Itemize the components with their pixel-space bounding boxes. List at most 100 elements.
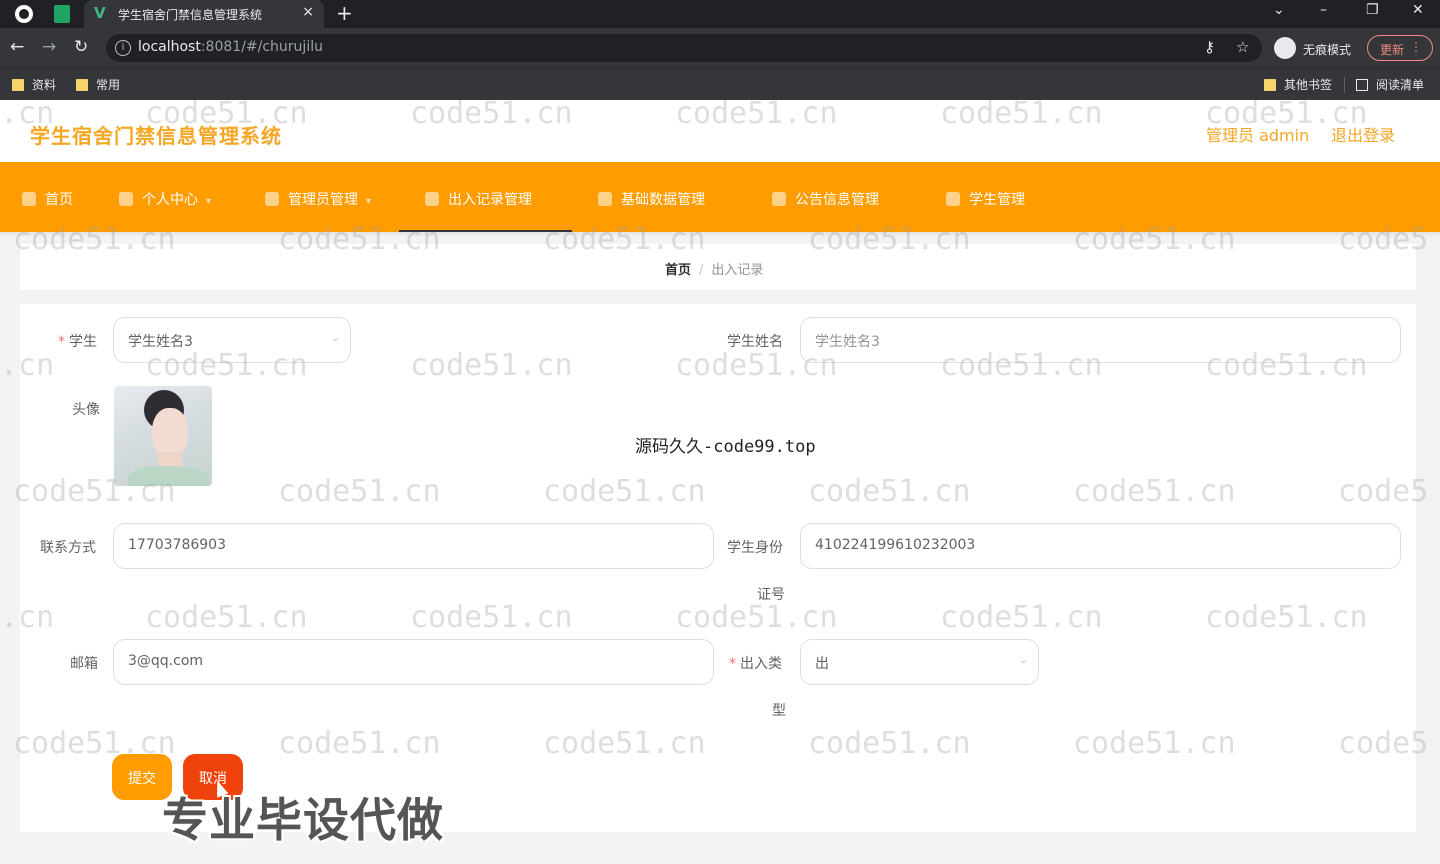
incognito-label: 无痕模式 [1303,43,1352,57]
required-mark: * [58,334,65,350]
back-icon[interactable]: ← [10,37,24,57]
student-select[interactable]: 学生姓名3 ⌄ [113,317,351,363]
site-info-icon[interactable]: i [115,40,131,56]
student-icon [946,192,960,206]
admin-icon [265,192,279,206]
idcard-field[interactable]: 410224199610232003 [800,523,1401,569]
type-label: * 出入类 [729,653,782,673]
student-name-field[interactable]: 学生姓名3 [800,317,1401,363]
menu-item-notices[interactable]: 公告信息管理 [772,162,879,232]
phone-label: 联系方式 [40,540,96,556]
logout-link[interactable]: 退出登录 [1331,122,1395,146]
breadcrumb-panel: 首页 / 出入记录 [20,244,1416,290]
breadcrumb-separator: / [699,263,704,278]
vue-logo-icon: V [94,4,106,22]
tab-title: 学生宿舍门禁信息管理系统 [118,8,263,22]
idcard-value: 410224199610232003 [815,537,976,553]
chevron-down-icon: ▾ [366,196,372,207]
breadcrumb-home[interactable]: 首页 [665,263,691,278]
chevron-down-icon: ⌄ [1018,653,1028,666]
address-bar[interactable]: i localhost:8081/#/churujilu ⚷ ☆ [106,34,1262,62]
student-label: * 学生 [58,331,97,351]
menu-item-label: 出入记录管理 [448,192,532,208]
forward-icon[interactable]: → [42,37,56,57]
bookmark-label: 其他书签 [1284,78,1333,92]
menu-item-label: 管理员管理 [288,192,358,208]
idcard-label-line2: 证号 [757,587,785,603]
email-value: 3@qq.com [128,653,204,669]
promo-watermark: 专业毕设代做 [162,793,444,847]
type-select[interactable]: 出 ⌄ [800,639,1039,685]
breadcrumb: 首页 / 出入记录 [665,259,763,278]
required-mark: * [729,656,736,672]
chevron-down-icon: ▾ [206,196,212,207]
phone-field[interactable]: 17703786903 [113,523,714,569]
reload-icon[interactable]: ↻ [74,37,88,57]
bookmark-item[interactable]: 常用 [76,76,120,93]
new-tab-icon[interactable]: + [336,1,353,25]
update-button[interactable]: 更新 ⋮ [1367,35,1433,61]
folder-icon [12,79,24,91]
record-icon [425,192,439,206]
tab-close-icon[interactable]: × [302,4,314,20]
menu-dots-icon[interactable]: ⋮ [1410,40,1422,54]
menu-item-label: 基础数据管理 [621,192,705,208]
browser-toolbar: ← → ↻ i localhost:8081/#/churujilu ⚷ ☆ 无… [0,28,1440,68]
avatar-label: 头像 [72,402,100,418]
browser-tab-bar: V 学生宿舍门禁信息管理系统 × + ⌄ – ❐ ✕ [0,0,1440,28]
admin-label: 管理员 admin [1206,126,1310,145]
student-name-value: 学生姓名3 [815,334,880,350]
menu-item-records[interactable]: 出入记录管理 [399,162,572,232]
menu-item-students[interactable]: 学生管理 [946,162,1025,232]
folder-icon [76,79,88,91]
notice-icon [772,192,786,206]
student-label-text: 学生 [69,334,97,350]
menu-item-label: 个人中心 [142,192,198,208]
data-icon [598,192,612,206]
menu-item-label: 学生管理 [969,192,1025,208]
bookmark-label: 资料 [32,78,57,92]
top-menu: 首页 个人中心 ▾ 管理员管理 ▾ 出入记录管理 基础数据管理 公告信息管理 学生管… [0,162,1440,232]
center-watermark: 源码久久-code99.top [635,437,816,457]
url-host: localhost [138,39,201,55]
chevron-down-icon: ⌄ [330,331,340,344]
breadcrumb-current: 出入记录 [711,263,764,278]
menu-item-home[interactable]: 首页 [22,162,73,232]
restore-icon[interactable]: ❐ [1366,2,1379,18]
home-icon [22,192,36,206]
avatar-image[interactable] [114,386,212,486]
bookmark-item[interactable]: 资料 [12,76,56,93]
browser-tab-active[interactable]: V 学生宿舍门禁信息管理系统 × [84,0,324,28]
minimize-icon[interactable]: – [1320,2,1327,18]
app-title: 学生宿舍门禁信息管理系统 [30,124,282,148]
tab-search-icon[interactable]: ⌄ [1273,2,1285,18]
email-label: 邮箱 [70,656,98,672]
star-icon[interactable]: ☆ [1236,38,1249,56]
bookmarks-bar: 资料 常用 其他书签 阅读清单 [0,68,1440,100]
reading-list[interactable]: 阅读清单 [1356,76,1424,93]
folder-icon [1264,79,1276,91]
menu-item-admins[interactable]: 管理员管理 ▾ [265,162,371,232]
menu-item-profile[interactable]: 个人中心 ▾ [119,162,211,232]
menu-item-basic-data[interactable]: 基础数据管理 [598,162,705,232]
incognito-icon [1274,37,1296,59]
other-bookmarks[interactable]: 其他书签 [1264,76,1332,93]
url-text: localhost:8081/#/churujilu [138,39,323,55]
globe-icon[interactable] [15,5,33,23]
type-label-text: 出入类 [740,656,782,672]
reading-list-icon [1356,79,1368,91]
key-icon[interactable]: ⚷ [1204,38,1215,56]
update-label: 更新 [1380,43,1405,57]
menu-item-label: 公告信息管理 [795,192,879,208]
window-close-icon[interactable]: ✕ [1412,2,1424,18]
type-label-line2: 型 [772,703,786,719]
phone-value: 17703786903 [128,537,226,553]
bookmark-label: 阅读清单 [1376,78,1425,92]
sheets-tab-icon[interactable] [54,5,70,23]
student-select-value: 学生姓名3 [128,334,193,350]
bookmark-divider [1344,77,1345,93]
email-field[interactable]: 3@qq.com [113,639,714,685]
idcard-label: 学生身份 [727,540,783,556]
app-header: 学生宿舍门禁信息管理系统 管理员 admin 退出登录 [0,100,1440,162]
bookmark-label: 常用 [96,78,121,92]
